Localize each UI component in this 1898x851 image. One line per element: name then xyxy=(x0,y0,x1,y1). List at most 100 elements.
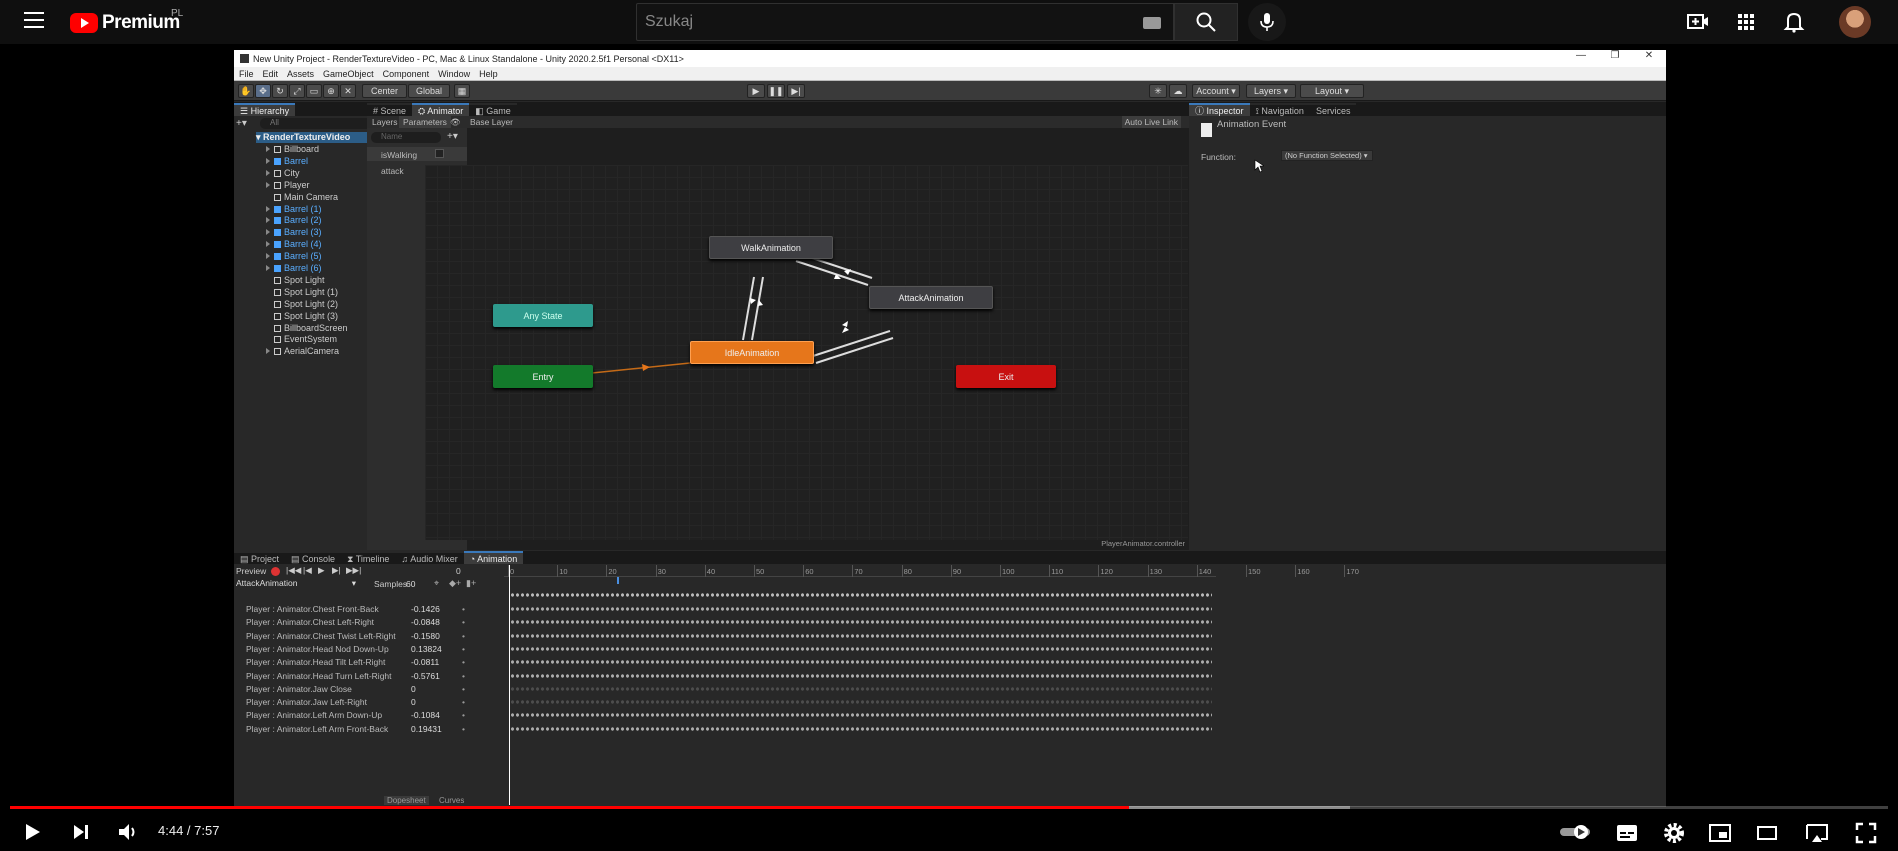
tab-audio-mixer[interactable]: ♫ Audio Mixer xyxy=(395,551,464,564)
keyframe-options-icon[interactable]: • xyxy=(462,604,465,614)
close-icon[interactable]: ✕ xyxy=(1632,50,1666,61)
keyframe-row[interactable] xyxy=(510,712,1212,719)
restore-icon[interactable]: ❐ xyxy=(1598,50,1632,61)
rect-tool-icon[interactable]: ▭ xyxy=(306,84,322,98)
function-dropdown[interactable]: (No Function Selected) ▾ xyxy=(1281,150,1373,161)
keyframe-row[interactable] xyxy=(510,672,1212,679)
property-value-field[interactable]: -0.0811 xyxy=(411,657,439,667)
tab-navigation[interactable]: ⟟ Navigation xyxy=(1249,103,1310,116)
state-entry[interactable]: Entry xyxy=(493,365,593,388)
state-attackanimation[interactable]: AttackAnimation xyxy=(869,286,993,309)
expand-arrow-icon[interactable] xyxy=(266,169,270,176)
pause-button[interactable]: ❚❚ xyxy=(767,84,785,98)
property-value-field[interactable]: -0.0848 xyxy=(411,617,440,627)
keyframe-options-icon[interactable]: • xyxy=(462,724,465,734)
hierarchy-item[interactable]: Barrel› xyxy=(266,156,385,167)
animated-property-row[interactable]: Player : Animator.Jaw Left-Right 0 • xyxy=(234,697,502,708)
animator-graph-canvas[interactable]: WalkAnimation AttackAnimation Any State … xyxy=(425,165,1188,548)
curves-tab[interactable]: Curves xyxy=(439,796,464,805)
state-idleanimation[interactable]: IdleAnimation xyxy=(690,341,814,364)
property-value-field[interactable]: 0 xyxy=(411,697,416,707)
animated-property-row[interactable]: Player : Animator.Head Turn Left-Right -0… xyxy=(234,671,502,682)
rotate-tool-icon[interactable]: ↻ xyxy=(272,84,288,98)
tab-project[interactable]: ▤ Project xyxy=(234,551,286,564)
keyframe-row[interactable] xyxy=(510,606,1212,612)
animated-property-row[interactable]: Player : Animator.Jaw Close 0 • xyxy=(234,684,502,695)
state-any-state[interactable]: Any State xyxy=(493,304,593,327)
add-object-button[interactable]: +▾ xyxy=(236,118,247,129)
property-value-field[interactable]: -0.1426 xyxy=(411,604,440,614)
layers-dropdown[interactable]: Layers ▾ xyxy=(1246,84,1296,98)
cloud-icon[interactable]: ☁ xyxy=(1169,84,1187,98)
search-button[interactable] xyxy=(1174,3,1238,41)
frame-field[interactable]: 0 xyxy=(456,566,461,576)
keyboard-icon[interactable] xyxy=(1143,17,1161,29)
hierarchy-item[interactable]: Spot Light (2) xyxy=(266,299,338,310)
pivot-center-button[interactable]: Center xyxy=(362,84,407,98)
property-value-field[interactable]: -0.1084 xyxy=(411,710,440,720)
prev-key-button[interactable]: |◀ xyxy=(303,565,312,576)
animated-property-row[interactable]: Player : Animator.Chest Twist Left-Right… xyxy=(234,631,502,642)
eye-icon[interactable]: 👁 xyxy=(450,117,461,128)
add-event-icon[interactable]: ▮+ xyxy=(466,578,476,589)
expand-arrow-icon[interactable] xyxy=(266,146,270,152)
animated-property-row[interactable]: Player : Animator.Head Tilt Left-Right -0… xyxy=(234,657,502,668)
menu-component[interactable]: Component xyxy=(383,69,430,79)
parameter-row-iswalking[interactable]: isWalking xyxy=(367,147,467,161)
menu-window[interactable]: Window xyxy=(438,69,470,79)
fullscreen-icon[interactable] xyxy=(1855,822,1877,844)
expand-arrow-icon[interactable] xyxy=(266,157,270,164)
keyframe-row[interactable] xyxy=(510,659,1212,666)
keyframe-row[interactable] xyxy=(510,645,1212,652)
timeline-ruler[interactable]: 0 10 20 30 40 50 60 70 80 90 100 110 120 130 140 150 160… xyxy=(504,565,1359,577)
parameters-subtab[interactable]: Parameters xyxy=(399,116,451,128)
hierarchy-item[interactable]: Barrel (1)› xyxy=(266,204,385,215)
property-value-field[interactable]: -0.5761 xyxy=(411,671,440,681)
minimize-icon[interactable]: — xyxy=(1564,50,1598,61)
parameter-search-input[interactable]: Name xyxy=(371,132,441,143)
hierarchy-item[interactable]: BillboardScreen xyxy=(266,323,348,334)
hierarchy-item[interactable]: Spot Light (3) xyxy=(266,311,338,322)
keyframe-options-icon[interactable]: • xyxy=(462,631,465,641)
hierarchy-item[interactable]: Barrel (6)› xyxy=(266,263,385,274)
grid-snap-icon[interactable]: ▦ xyxy=(454,84,470,98)
keyframe-row[interactable] xyxy=(510,632,1212,639)
keyframe-options-icon[interactable]: • xyxy=(462,684,465,694)
move-tool-icon[interactable]: ✥ xyxy=(255,84,271,98)
keyframe-summary-row[interactable] xyxy=(510,592,1212,598)
next-video-icon[interactable] xyxy=(72,823,90,841)
autoplay-toggle-icon[interactable] xyxy=(1558,821,1594,843)
step-button[interactable]: ▶| xyxy=(787,84,805,98)
pivot-global-button[interactable]: Global xyxy=(408,84,450,98)
keyframe-options-icon[interactable]: • xyxy=(462,657,465,667)
collab-icon[interactable]: ✳ xyxy=(1149,84,1167,98)
tab-timeline[interactable]: ⧗ Timeline xyxy=(341,551,396,564)
expand-arrow-icon[interactable] xyxy=(266,217,270,224)
hierarchy-item[interactable]: Barrel (5)› xyxy=(266,251,385,262)
record-button[interactable] xyxy=(271,567,280,576)
animated-property-row[interactable]: Player : Animator.Chest Front-Back -0.142… xyxy=(234,604,502,615)
state-walkanimation[interactable]: WalkAnimation xyxy=(709,236,833,259)
play-icon[interactable] xyxy=(22,822,42,842)
layout-dropdown[interactable]: Layout ▾ xyxy=(1300,84,1364,98)
keyframe-row[interactable] xyxy=(510,725,1212,732)
expand-arrow-icon[interactable] xyxy=(266,205,270,212)
apps-grid-icon[interactable] xyxy=(1734,10,1758,34)
miniplayer-icon[interactable] xyxy=(1708,823,1732,843)
hierarchy-search-input[interactable]: All xyxy=(260,118,384,129)
transition-line-idle-walk-b[interactable] xyxy=(751,276,764,341)
tab-animator[interactable]: ⛭ Animator xyxy=(412,103,470,116)
tab-hierarchy[interactable]: ☰ Hierarchy xyxy=(234,103,296,116)
keyframe-options-icon[interactable]: • xyxy=(462,710,465,720)
cast-airplay-icon[interactable] xyxy=(1804,822,1830,844)
expand-arrow-icon[interactable] xyxy=(266,181,270,188)
hierarchy-item[interactable]: EventSystem xyxy=(266,334,337,345)
first-key-button[interactable]: |◀◀ xyxy=(286,565,301,576)
play-animation-button[interactable]: ▶ xyxy=(318,565,325,576)
hierarchy-item[interactable]: Main Camera xyxy=(266,192,338,203)
youtube-logo[interactable]: Premium PL xyxy=(70,8,183,34)
property-value-field[interactable]: 0.13824 xyxy=(411,644,442,654)
menu-assets[interactable]: Assets xyxy=(287,69,314,79)
layers-subtab[interactable]: Layers xyxy=(372,117,398,127)
iswalking-checkbox[interactable] xyxy=(435,149,444,158)
